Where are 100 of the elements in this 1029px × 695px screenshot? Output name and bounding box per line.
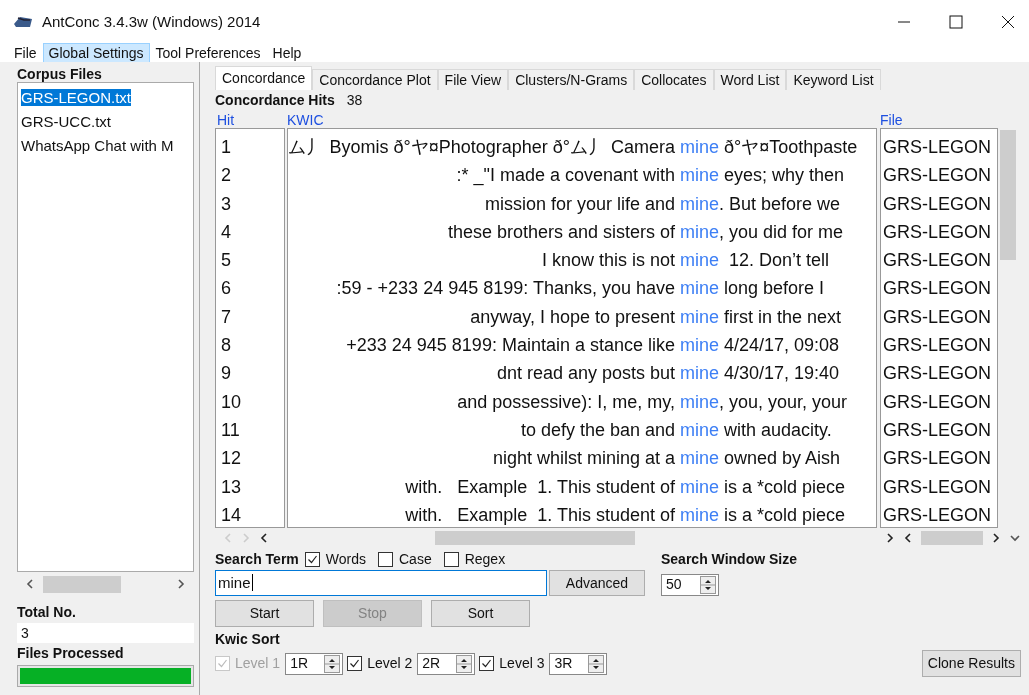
scroll-left-icon [25, 578, 35, 590]
keyword: mine [680, 220, 719, 244]
files-processed-label: Files Processed [17, 644, 125, 663]
hit-number: 2 [220, 164, 232, 188]
concordance-hits-count: 38 [346, 90, 363, 110]
hit-number: 3 [220, 192, 232, 216]
scrollbar-thumb[interactable] [1000, 130, 1016, 260]
tab[interactable]: File View [437, 69, 509, 90]
hit-number: 4 [220, 220, 232, 244]
tab[interactable]: Clusters/N-Grams [508, 69, 635, 90]
scroll-left-icon [903, 532, 913, 544]
search-term-label: Search Term [215, 549, 299, 569]
scrollbar-thumb[interactable] [435, 531, 635, 545]
hit-number: 14 [220, 503, 243, 527]
checkmark-icon [349, 658, 361, 669]
checkmark-icon [217, 658, 228, 669]
file-cell-text: GRS-LEGON [882, 249, 993, 273]
file-cell-text: GRS-LEGON [882, 277, 993, 301]
keyword: mine [680, 164, 719, 188]
left-context: I know this is not [540, 249, 676, 273]
action-button[interactable]: Start [215, 600, 314, 627]
keyword: mine [680, 305, 719, 329]
left-context: dnt read any posts but [495, 362, 676, 386]
checkmark-icon [306, 553, 318, 565]
right-context: . But before we [719, 192, 841, 216]
tab[interactable]: Collocates [634, 69, 714, 90]
checkbox[interactable] [479, 656, 495, 671]
file-cell-text: GRS-LEGON [882, 390, 993, 414]
tab[interactable]: Keyword List [786, 69, 881, 90]
keyword: mine [680, 334, 719, 358]
action-button[interactable]: Sort [431, 600, 530, 627]
left-context: +233 24 945 8199: Maintain a stance like [345, 334, 676, 358]
right-context: is a *cold piece [723, 503, 846, 527]
file-cell-text: GRS-LEGON [882, 164, 993, 188]
file-cell-text: GRS-LEGON [882, 334, 993, 358]
clone-results-button[interactable]: Clone Results [921, 650, 1021, 677]
file-cell-text: GRS-LEGON [882, 418, 993, 442]
file-cell-text: GRS-LEGON [882, 503, 993, 527]
spinner-arrows-icon [588, 654, 605, 673]
scrollbar-thumb[interactable] [921, 531, 983, 545]
total-value: 3 [17, 623, 194, 643]
close-icon[interactable] [1001, 15, 1015, 29]
tab[interactable]: Concordance [215, 66, 313, 90]
checkbox[interactable] [443, 551, 459, 567]
scroll-left-icon [259, 532, 269, 544]
option-label: Case [399, 549, 432, 569]
ant-logo-icon [12, 14, 34, 30]
right-context: eyes; why then [723, 164, 845, 188]
hit-number: 5 [220, 249, 232, 273]
right-context: is a *cold piece [723, 475, 846, 499]
scrollbar-thumb[interactable] [43, 575, 121, 593]
file-cell-text: GRS-LEGON [882, 136, 993, 159]
right-context: 4/24/17, 09:08 [723, 334, 840, 358]
advanced-button[interactable]: Advanced [549, 570, 645, 596]
total-label: Total No. [17, 603, 77, 622]
tab[interactable]: Word List [713, 69, 787, 90]
right-context: , you did for me [719, 220, 844, 244]
scroll-right-icon [241, 532, 251, 544]
level-label: Level 3 [499, 654, 545, 673]
corpus-file[interactable]: GRS-UCC.txt [21, 113, 111, 130]
left-context: with. Example 1. This student of [404, 503, 676, 527]
corpus-file[interactable]: GRS-LEGON.txt [21, 89, 132, 106]
hit-number: 6 [220, 277, 232, 301]
keyword: mine [680, 447, 719, 471]
hit-number: 8 [220, 334, 232, 358]
scroll-right-icon [991, 532, 1001, 544]
right-context: owned by Aish [723, 447, 841, 471]
scroll-left-icon [223, 532, 233, 544]
left-context: anyway, I hope to present [469, 305, 676, 329]
hit-number: 1 [220, 136, 232, 159]
checkbox[interactable] [378, 551, 393, 567]
maximize-icon[interactable] [949, 15, 963, 29]
menu-item[interactable]: File [8, 43, 43, 63]
level-label: Level 2 [367, 654, 413, 673]
column-header[interactable]: File [880, 110, 1000, 128]
file-cell-text: GRS-LEGON [882, 475, 993, 499]
scroll-right-icon [176, 578, 186, 590]
right-context: long before I [723, 277, 825, 301]
spinner-field[interactable]: 3R [549, 652, 608, 675]
keyword: mine [680, 362, 719, 386]
file-cell-text: GRS-LEGON [882, 305, 993, 329]
spinner-arrows-icon [456, 654, 473, 673]
checkbox[interactable] [304, 551, 320, 567]
search-field[interactable]: mine [215, 570, 547, 596]
file-cell-text: GRS-LEGON [882, 220, 993, 244]
corpus-file[interactable]: WhatsApp Chat with M [21, 137, 174, 154]
spinner-field[interactable]: 50 [661, 573, 719, 596]
right-context: ð°ヤ¤Toothpaste [723, 136, 858, 159]
menu-item[interactable]: Help [266, 43, 308, 63]
checkmark-icon [481, 658, 493, 669]
checkbox[interactable] [347, 656, 363, 671]
tab[interactable]: Concordance Plot [312, 69, 438, 90]
left-context: :59 - +233 24 945 8199: Thanks, you have [335, 277, 676, 301]
keyword: mine [680, 277, 719, 301]
menu-item[interactable]: Tool Preferences [149, 43, 267, 63]
column-header[interactable]: Hit [215, 110, 287, 128]
menu-item[interactable]: Global Settings [42, 43, 150, 63]
left-context: mission for your life and [483, 192, 676, 216]
column-header[interactable]: KWIC [287, 110, 880, 128]
spinner-field[interactable]: 2R [417, 652, 476, 675]
